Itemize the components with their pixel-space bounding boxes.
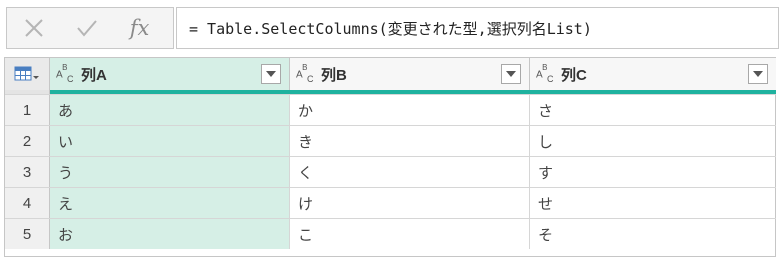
table-cell[interactable]: さ: [530, 95, 776, 125]
column-header-a[interactable]: ABC 列A: [50, 58, 290, 90]
chevron-down-icon: [753, 71, 763, 77]
row-number[interactable]: 3: [5, 157, 50, 187]
table-cell[interactable]: け: [290, 188, 530, 218]
column-header-c[interactable]: ABC 列C: [530, 58, 776, 90]
table-cell[interactable]: し: [530, 126, 776, 156]
checkmark-icon: [76, 20, 97, 37]
table-menu-icon: [14, 66, 39, 81]
column-header-label: 列A: [81, 66, 107, 84]
table-row: 3 う く す: [5, 156, 776, 187]
formula-input[interactable]: = Table.SelectColumns(変更された型,選択列名List): [176, 7, 779, 49]
table-cell[interactable]: そ: [530, 219, 776, 249]
table-row: 4 え け せ: [5, 187, 776, 218]
column-header-b[interactable]: ABC 列B: [290, 58, 530, 90]
row-number[interactable]: 4: [5, 188, 50, 218]
x-icon: [24, 19, 43, 37]
text-type-icon[interactable]: ABC: [56, 63, 74, 84]
row-number[interactable]: 2: [5, 126, 50, 156]
table-cell[interactable]: く: [290, 157, 530, 187]
column-filter-button[interactable]: [501, 64, 521, 84]
table-row: 1 あ か さ: [5, 94, 776, 125]
fx-label: fx: [129, 16, 150, 40]
data-grid: ABC 列A ABC 列B ABC 列C 1 あ か さ 2 い き し 3 う…: [4, 57, 776, 257]
table-row: 2 い き し: [5, 125, 776, 156]
column-filter-button[interactable]: [261, 64, 281, 84]
table-cell[interactable]: あ: [50, 95, 290, 125]
table-row: 5 お こ そ: [5, 218, 776, 249]
insert-function-button[interactable]: fx: [113, 8, 166, 48]
table-cell[interactable]: こ: [290, 219, 530, 249]
table-cell[interactable]: え: [50, 188, 290, 218]
text-type-icon[interactable]: ABC: [296, 63, 314, 84]
chevron-down-icon: [506, 71, 516, 77]
table-cell[interactable]: か: [290, 95, 530, 125]
column-header-label: 列B: [321, 66, 347, 84]
table-cell[interactable]: い: [50, 126, 290, 156]
row-number[interactable]: 1: [5, 95, 50, 125]
row-number[interactable]: 5: [5, 219, 50, 249]
table-cell[interactable]: う: [50, 157, 290, 187]
table-cell[interactable]: せ: [530, 188, 776, 218]
table-cell[interactable]: す: [530, 157, 776, 187]
table-cell[interactable]: き: [290, 126, 530, 156]
text-type-icon[interactable]: ABC: [536, 63, 554, 84]
chevron-down-icon: [266, 71, 276, 77]
table-cell[interactable]: お: [50, 219, 290, 249]
formula-bar-buttons: fx: [6, 7, 174, 49]
table-menu-button[interactable]: [5, 58, 50, 90]
formula-bar: fx = Table.SelectColumns(変更された型,選択列名List…: [0, 0, 782, 56]
column-filter-button[interactable]: [748, 64, 768, 84]
column-header-label: 列C: [561, 66, 587, 84]
cancel-button[interactable]: [7, 8, 60, 48]
confirm-button[interactable]: [60, 8, 113, 48]
